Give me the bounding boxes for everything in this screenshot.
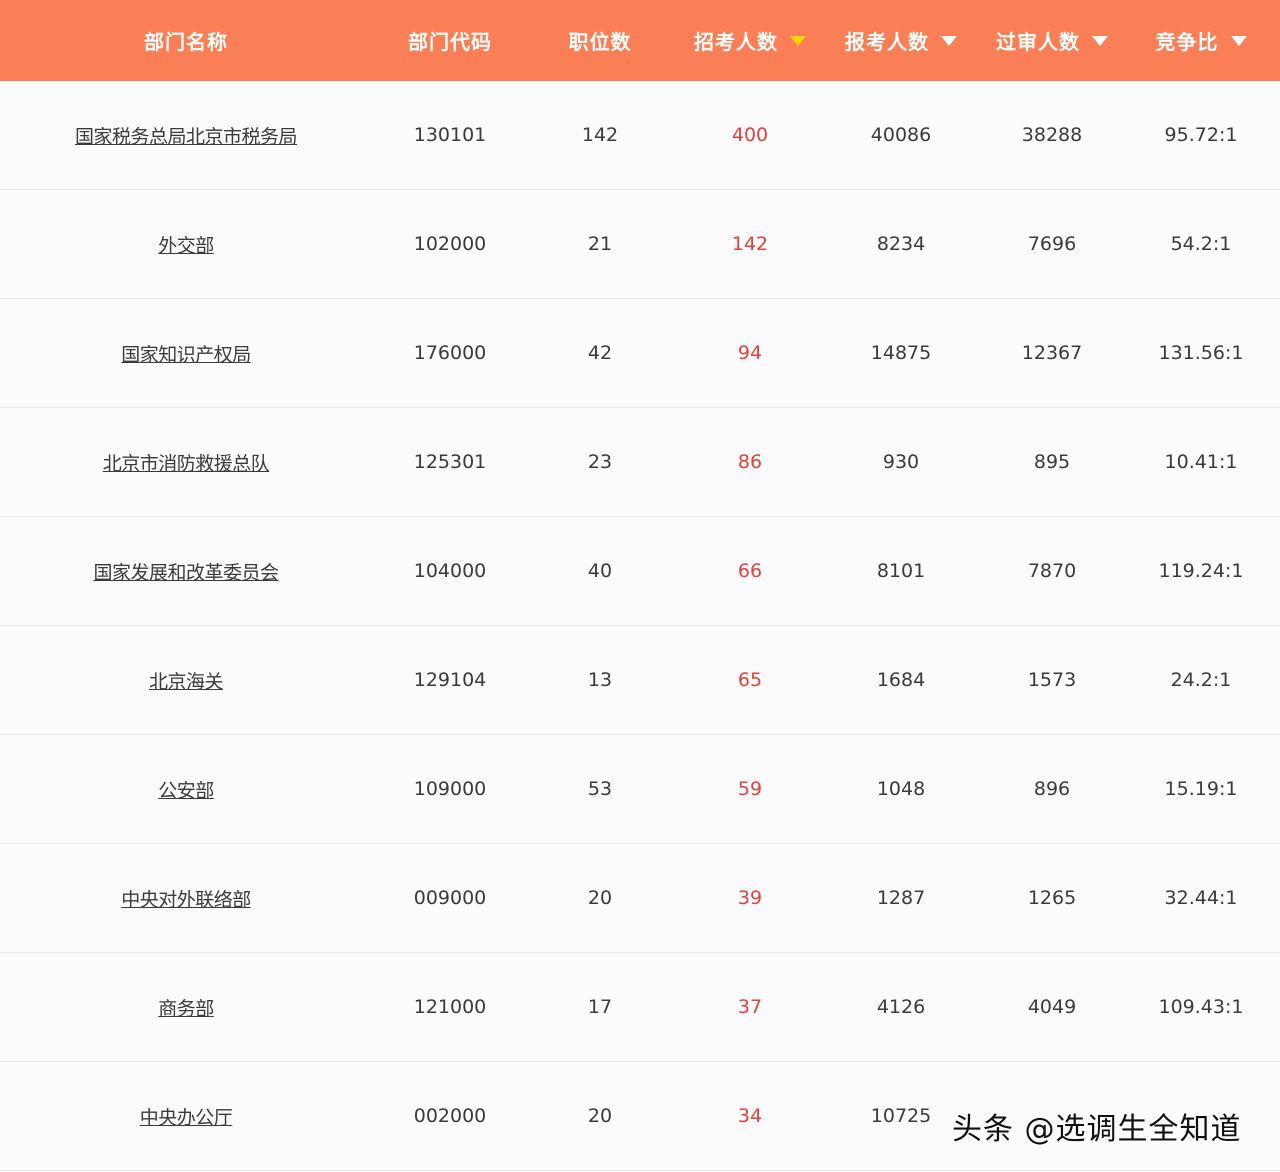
recruit-count: 34 bbox=[737, 1105, 763, 1127]
table-row: 国家税务总局北京市税务局 130101 142 400 40086 38288 95.72:… bbox=[0, 81, 1280, 190]
position-count: 20 bbox=[587, 887, 613, 909]
approved-count: 4049 bbox=[1027, 996, 1077, 1018]
column-header-label: 竞争比 bbox=[1155, 30, 1219, 54]
department-name-link[interactable]: 中央对外联络部 bbox=[0, 844, 372, 952]
department-code: 121000 bbox=[413, 996, 487, 1018]
approved-count: 1573 bbox=[1027, 669, 1077, 691]
position-count: 21 bbox=[587, 233, 613, 255]
applicant-count: 8101 bbox=[876, 560, 926, 582]
sort-caret-down-icon[interactable] bbox=[941, 35, 957, 46]
applicant-count: 40086 bbox=[870, 124, 932, 146]
department-code: 176000 bbox=[413, 342, 487, 364]
recruit-count: 400 bbox=[731, 124, 769, 146]
table-row: 国家发展和改革委员会 104000 40 66 8101 7870 119.24:1 bbox=[0, 517, 1280, 626]
position-count: 53 bbox=[587, 778, 613, 800]
column-header-label: 报考人数 bbox=[845, 30, 929, 54]
department-code: 102000 bbox=[413, 233, 487, 255]
position-count: 142 bbox=[581, 124, 619, 146]
competition-ratio: 54.2:1 bbox=[1170, 233, 1232, 255]
recruit-count: 37 bbox=[737, 996, 763, 1018]
table-row: 公安部 109000 53 59 1048 896 15.19:1 bbox=[0, 735, 1280, 844]
department-code: 129104 bbox=[413, 669, 487, 691]
column-header-department-code: 部门代码 bbox=[372, 0, 528, 81]
column-header-label: 招考人数 bbox=[694, 30, 778, 54]
position-count: 13 bbox=[587, 669, 613, 691]
applicant-count: 1287 bbox=[876, 887, 926, 909]
position-count: 23 bbox=[587, 451, 613, 473]
recruit-count: 66 bbox=[737, 560, 763, 582]
competition-ratio: 10.41:1 bbox=[1164, 451, 1238, 473]
approved-count: 7870 bbox=[1027, 560, 1077, 582]
column-header-recruit-count[interactable]: 招考人数 bbox=[672, 0, 828, 81]
table-row: 商务部 121000 17 37 4126 4049 109.43:1 bbox=[0, 953, 1280, 1062]
recruit-count: 65 bbox=[737, 669, 763, 691]
department-code: 109000 bbox=[413, 778, 487, 800]
table-header: 部门名称 部门代码 职位数 招考人数 报考人数 过审人数 竞争比 bbox=[0, 0, 1280, 81]
applicant-count: 930 bbox=[882, 451, 920, 473]
applicant-count: 14875 bbox=[870, 342, 932, 364]
column-header-applicant-count[interactable]: 报考人数 bbox=[828, 0, 974, 81]
department-name-link[interactable]: 国家税务总局北京市税务局 bbox=[0, 81, 372, 189]
competition-ratio: 109.43:1 bbox=[1158, 996, 1244, 1018]
competition-ratio: 32.44:1 bbox=[1164, 887, 1238, 909]
table-row: 北京海关 129104 13 65 1684 1573 24.2:1 bbox=[0, 626, 1280, 735]
position-count: 42 bbox=[587, 342, 613, 364]
sort-caret-down-icon[interactable] bbox=[1092, 35, 1108, 46]
column-header-label: 职位数 bbox=[568, 30, 632, 54]
column-header-department-name: 部门名称 bbox=[0, 0, 372, 81]
department-name-link[interactable]: 北京市消防救援总队 bbox=[0, 408, 372, 516]
department-code: 125301 bbox=[413, 451, 487, 473]
column-header-label: 过审人数 bbox=[996, 30, 1080, 54]
column-header-competition-ratio[interactable]: 竞争比 bbox=[1130, 0, 1272, 81]
department-code: 009000 bbox=[413, 887, 487, 909]
department-name-link[interactable]: 国家发展和改革委员会 bbox=[0, 517, 372, 625]
column-header-approved-count[interactable]: 过审人数 bbox=[974, 0, 1130, 81]
column-header-label: 部门名称 bbox=[144, 30, 228, 54]
column-header-label: 部门代码 bbox=[408, 30, 492, 54]
sort-caret-down-icon[interactable] bbox=[1230, 35, 1247, 46]
recruit-count: 142 bbox=[731, 233, 769, 255]
department-code: 130101 bbox=[413, 124, 487, 146]
table-row: 外交部 102000 21 142 8234 7696 54.2:1 bbox=[0, 190, 1280, 299]
department-name-link[interactable]: 中央办公厅 bbox=[0, 1062, 372, 1170]
table-row: 国家知识产权局 176000 42 94 14875 12367 131.56:1 bbox=[0, 299, 1280, 408]
department-name-link[interactable]: 商务部 bbox=[0, 953, 372, 1061]
competition-ratio: 15.19:1 bbox=[1164, 778, 1238, 800]
table-row: 北京市消防救援总队 125301 23 86 930 895 10.41:1 bbox=[0, 408, 1280, 517]
approved-count: 895 bbox=[1033, 451, 1071, 473]
position-count: 40 bbox=[587, 560, 613, 582]
recruit-count: 94 bbox=[737, 342, 763, 364]
applicant-count: 1048 bbox=[876, 778, 926, 800]
watermark: 头条 @选调生全知道 bbox=[952, 1112, 1242, 1147]
recruit-count: 86 bbox=[737, 451, 763, 473]
recruit-count: 59 bbox=[737, 778, 763, 800]
competition-ratio: 95.72:1 bbox=[1164, 124, 1238, 146]
department-code: 104000 bbox=[413, 560, 487, 582]
approved-count: 1265 bbox=[1027, 887, 1077, 909]
applicant-count: 4126 bbox=[876, 996, 926, 1018]
competition-ratio: 131.56:1 bbox=[1158, 342, 1244, 364]
applicant-count: 1684 bbox=[876, 669, 926, 691]
column-header-positions: 职位数 bbox=[528, 0, 672, 81]
approved-count: 12367 bbox=[1021, 342, 1083, 364]
table-row: 中央对外联络部 009000 20 39 1287 1265 32.44:1 bbox=[0, 844, 1280, 953]
department-name-link[interactable]: 公安部 bbox=[0, 735, 372, 843]
sort-active-caret-down-icon[interactable] bbox=[790, 35, 806, 46]
data-table: 部门名称 部门代码 职位数 招考人数 报考人数 过审人数 竞争比 国家税务总局北… bbox=[0, 0, 1280, 1172]
recruit-count: 39 bbox=[737, 887, 763, 909]
competition-ratio: 119.24:1 bbox=[1158, 560, 1244, 582]
competition-ratio: 24.2:1 bbox=[1170, 669, 1232, 691]
department-name-link[interactable]: 北京海关 bbox=[0, 626, 372, 734]
applicant-count: 8234 bbox=[876, 233, 926, 255]
position-count: 20 bbox=[587, 1105, 613, 1127]
approved-count: 7696 bbox=[1027, 233, 1077, 255]
approved-count: 896 bbox=[1033, 778, 1071, 800]
approved-count: 38288 bbox=[1021, 124, 1083, 146]
department-name-link[interactable]: 外交部 bbox=[0, 190, 372, 298]
department-name-link[interactable]: 国家知识产权局 bbox=[0, 299, 372, 407]
position-count: 17 bbox=[587, 996, 613, 1018]
department-code: 002000 bbox=[413, 1105, 487, 1127]
